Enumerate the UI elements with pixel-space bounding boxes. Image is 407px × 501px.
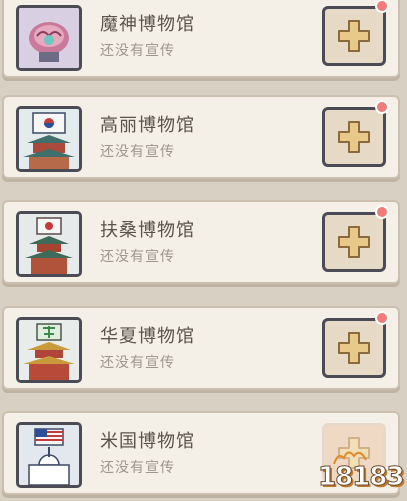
museum-list: 魔神博物馆 还没有宣传 高丽博物馆 还没有宣传 扶桑博物馆 还没有宣传 华夏博物…: [0, 0, 407, 501]
museum-status: 还没有宣传: [100, 355, 175, 371]
museum-status: 还没有宣传: [100, 249, 175, 265]
museum-card: 扶桑博物馆 还没有宣传: [2, 200, 400, 284]
museum-card: 高丽博物馆 还没有宣传: [2, 95, 400, 179]
notification-dot: [375, 205, 389, 219]
museum-name: 米国博物馆: [100, 431, 195, 452]
watermark-logo: 18183: [317, 462, 404, 493]
museum-name: 扶桑博物馆: [100, 220, 195, 241]
museum-card: 华夏博物馆 还没有宣传: [2, 306, 400, 390]
japan-pagoda-icon: [16, 211, 82, 277]
demon-brain-icon: [16, 5, 82, 71]
museum-card: 魔神博物馆 还没有宣传: [2, 0, 400, 78]
us-capitol-icon: [16, 422, 82, 488]
plus-icon: [338, 121, 370, 153]
museum-status: 还没有宣传: [100, 460, 175, 476]
museum-name: 高丽博物馆: [100, 115, 195, 136]
korea-palace-icon: [16, 106, 82, 172]
plus-icon: [338, 226, 370, 258]
notification-dot: [375, 0, 389, 13]
add-button[interactable]: [322, 212, 386, 272]
museum-status: 还没有宣传: [100, 43, 175, 59]
notification-dot: [375, 100, 389, 114]
add-button[interactable]: [322, 6, 386, 66]
china-palace-icon: [16, 317, 82, 383]
museum-status: 还没有宣传: [100, 144, 175, 160]
museum-name: 华夏博物馆: [100, 326, 195, 347]
museum-name: 魔神博物馆: [100, 14, 195, 35]
plus-icon: [338, 20, 370, 52]
notification-dot: [375, 311, 389, 325]
plus-icon: [338, 332, 370, 364]
add-button[interactable]: [322, 107, 386, 167]
add-button[interactable]: [322, 318, 386, 378]
